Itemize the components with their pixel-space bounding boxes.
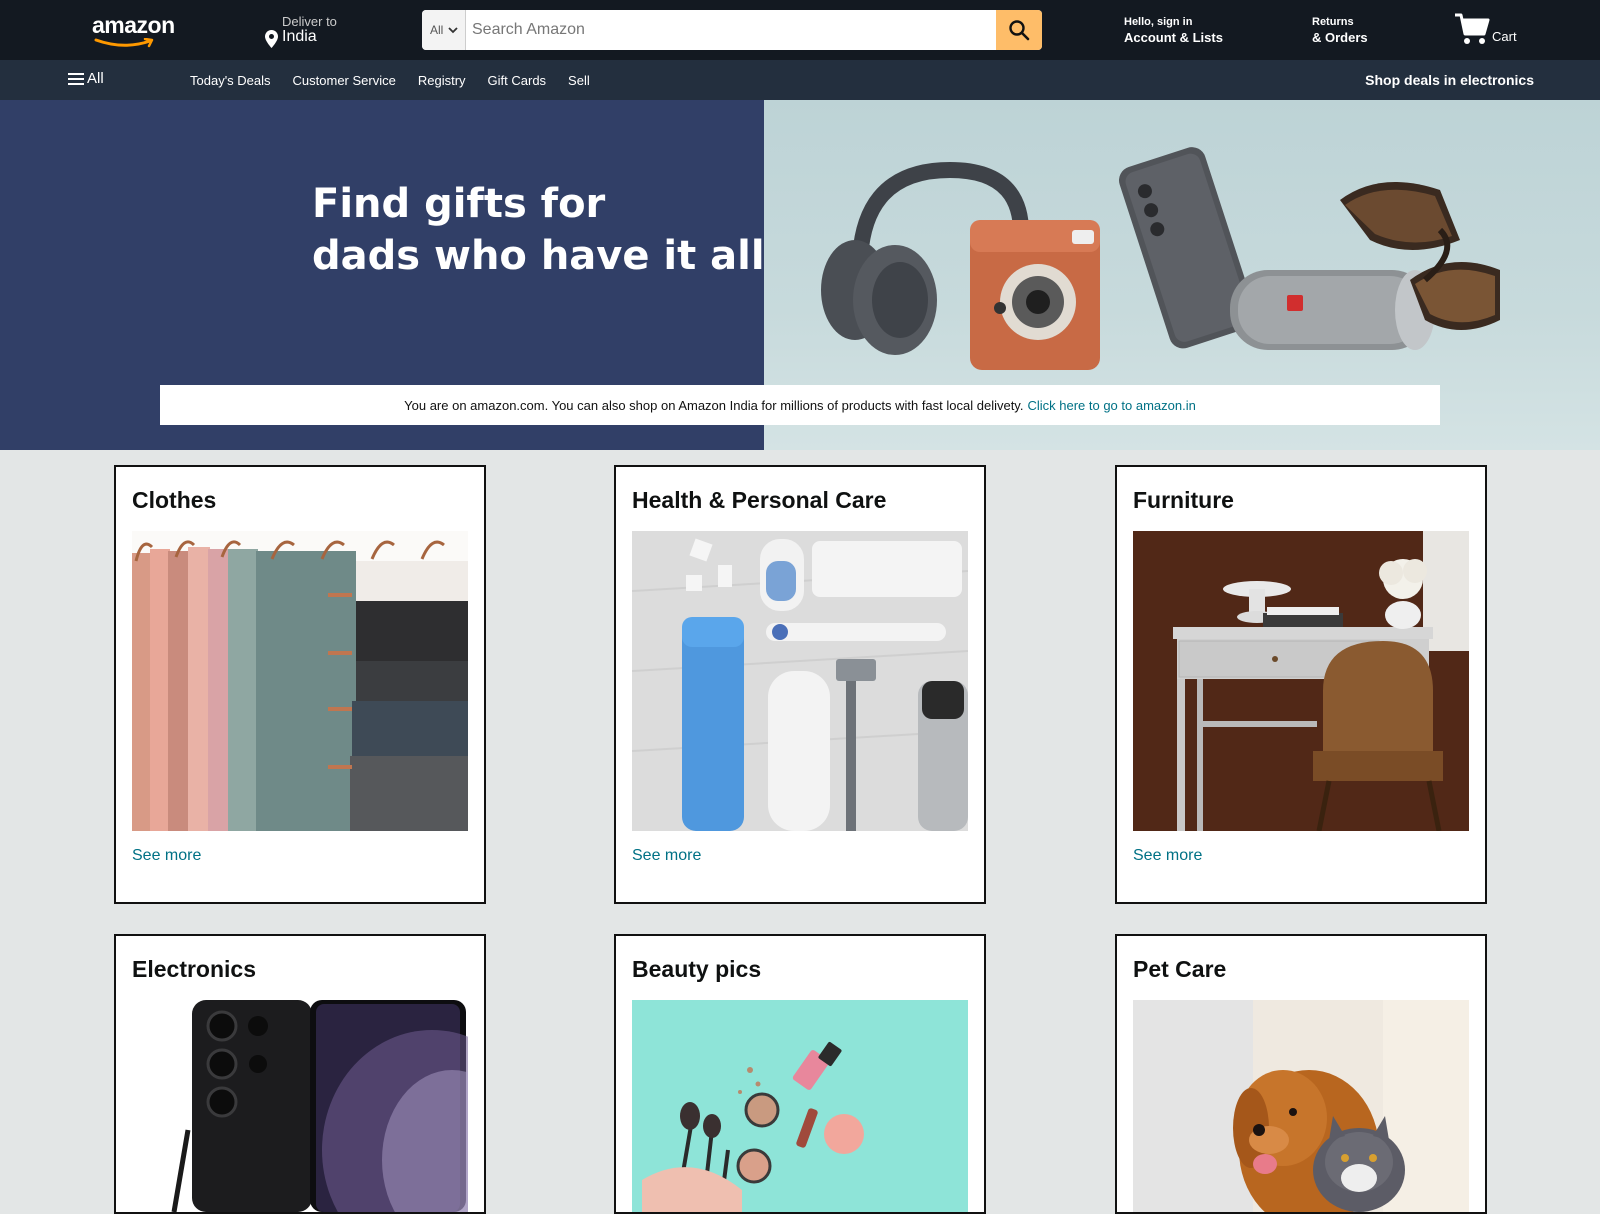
category-card-health-personal-care: Health & Personal Care See more bbox=[614, 465, 986, 904]
subnav-links: Today's Deals Customer Service Registry … bbox=[190, 73, 590, 88]
subnav-link-sell[interactable]: Sell bbox=[568, 73, 590, 88]
returns-and-orders[interactable]: Returns & Orders bbox=[1312, 16, 1368, 45]
card-title: Health & Personal Care bbox=[632, 487, 887, 513]
search-category-dropdown[interactable]: All bbox=[422, 10, 466, 50]
all-menu-label: All bbox=[87, 70, 104, 87]
cart-label: Cart bbox=[1492, 29, 1517, 44]
logo-smile-icon bbox=[94, 38, 154, 48]
account-and-lists[interactable]: Hello, sign in Account & Lists bbox=[1124, 16, 1223, 45]
search-bar: All bbox=[422, 10, 1042, 50]
hamburger-menu-icon bbox=[68, 72, 84, 85]
subnav-link-gift-cards[interactable]: Gift Cards bbox=[488, 73, 547, 88]
electronics-image[interactable] bbox=[132, 1000, 468, 1212]
clothes-image[interactable] bbox=[132, 531, 468, 831]
shop-deals-electronics-link[interactable]: Shop deals in electronics bbox=[1365, 72, 1534, 88]
card-title: Electronics bbox=[132, 956, 256, 982]
see-more-link[interactable]: See more bbox=[632, 847, 701, 865]
card-title: Furniture bbox=[1133, 487, 1234, 513]
furniture-image[interactable] bbox=[1133, 531, 1469, 831]
locale-notice: You are on amazon.com. You can also shop… bbox=[160, 385, 1440, 425]
logo-text: amazon bbox=[92, 12, 175, 38]
hero-title-line2: dads who have it all bbox=[312, 233, 765, 279]
search-category-label: All bbox=[430, 23, 444, 37]
locale-notice-text: You are on amazon.com. You can also shop… bbox=[404, 397, 1024, 413]
deliver-to[interactable]: Deliver to India bbox=[265, 14, 365, 50]
health-image[interactable] bbox=[632, 531, 968, 831]
category-card-furniture: Furniture See more bbox=[1115, 465, 1487, 904]
top-nav: amazon Deliver to India All Hello bbox=[0, 0, 1600, 60]
amazon-logo[interactable]: amazon bbox=[92, 12, 175, 48]
speaker-image bbox=[1230, 270, 1435, 350]
hero-title: Find gifts for dads who have it all bbox=[312, 178, 765, 282]
chevron-down-icon bbox=[448, 27, 458, 34]
card-title: Pet Care bbox=[1133, 956, 1227, 982]
deliver-country: India bbox=[282, 28, 317, 45]
category-card-pet-care: Pet Care bbox=[1115, 934, 1487, 1214]
account-label: Account & Lists bbox=[1124, 30, 1223, 45]
search-button[interactable] bbox=[996, 10, 1042, 50]
subnav-link-customer-service[interactable]: Customer Service bbox=[293, 73, 396, 88]
card-title: Clothes bbox=[132, 487, 217, 513]
category-card-electronics: Electronics bbox=[114, 934, 486, 1214]
subnav-link-registry[interactable]: Registry bbox=[418, 73, 466, 88]
instant-camera-image bbox=[970, 220, 1100, 370]
see-more-link[interactable]: See more bbox=[1133, 847, 1202, 865]
deliver-label: Deliver to bbox=[282, 14, 337, 29]
search-input[interactable] bbox=[466, 10, 996, 50]
card-title: Beauty pics bbox=[632, 956, 762, 982]
cart-icon bbox=[1455, 13, 1490, 44]
account-greeting: Hello, sign in bbox=[1124, 16, 1193, 28]
subnav-link-todays-deals[interactable]: Today's Deals bbox=[190, 73, 271, 88]
sub-nav: All Today's Deals Customer Service Regis… bbox=[0, 60, 1600, 100]
returns-label: Returns bbox=[1312, 16, 1354, 28]
hero-products-image bbox=[821, 147, 1500, 370]
beauty-image[interactable] bbox=[632, 1000, 968, 1212]
category-card-clothes: Clothes See more bbox=[114, 465, 486, 904]
pet-image[interactable] bbox=[1133, 1000, 1469, 1212]
location-pin-icon bbox=[265, 30, 278, 48]
see-more-link[interactable]: See more bbox=[132, 847, 201, 865]
all-menu-button[interactable]: All bbox=[68, 70, 104, 87]
cart-button[interactable]: Cart bbox=[1454, 12, 1524, 48]
orders-label: & Orders bbox=[1312, 30, 1368, 45]
search-icon bbox=[1009, 20, 1030, 41]
category-card-beauty-pics: Beauty pics bbox=[614, 934, 986, 1214]
amazon-in-link[interactable]: Click here to go to amazon.in bbox=[1027, 398, 1195, 413]
hero-title-line1: Find gifts for bbox=[312, 181, 606, 227]
